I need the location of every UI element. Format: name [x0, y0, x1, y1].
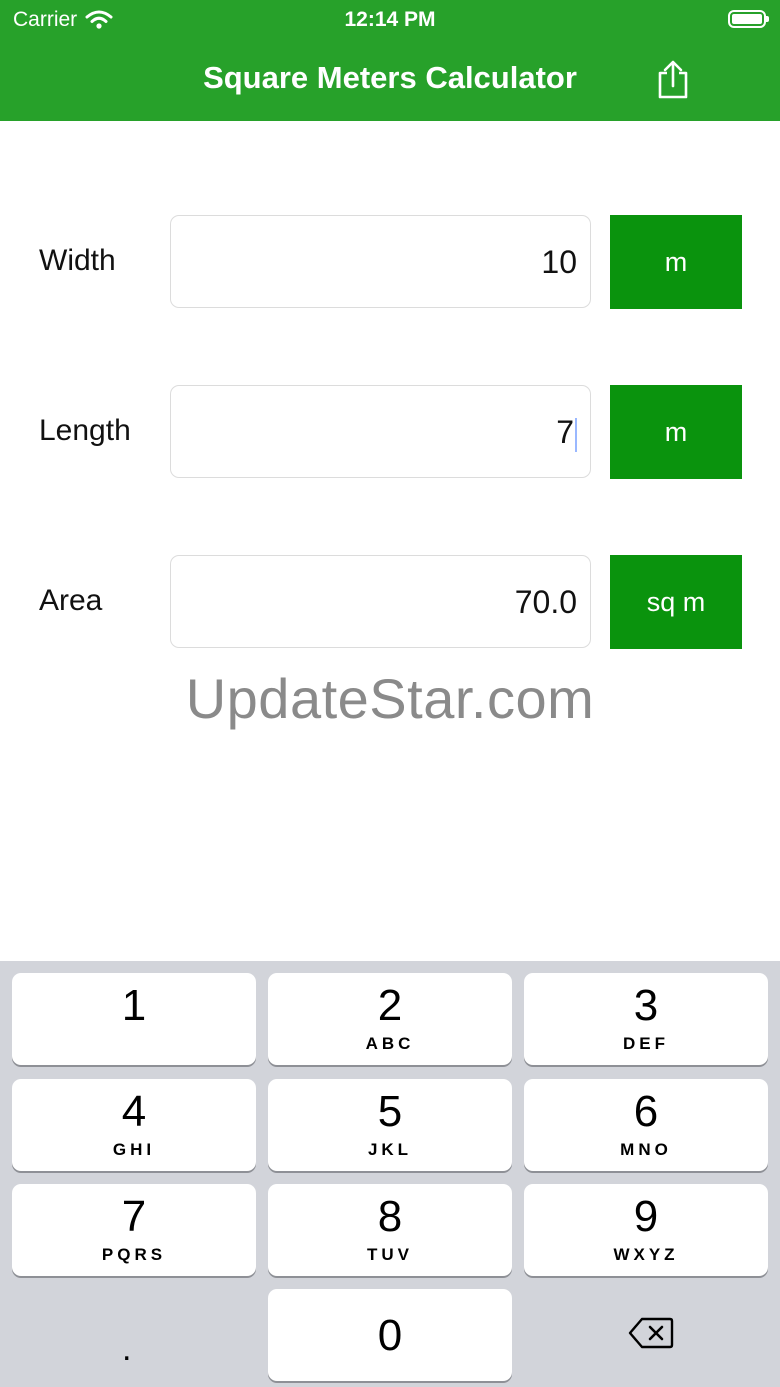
key-9-letters: WXYZ [613, 1245, 679, 1264]
key-8[interactable]: 8 TUV [268, 1184, 512, 1276]
key-3[interactable]: 3 DEF [524, 973, 768, 1065]
key-5-letters: JKL [367, 1140, 413, 1159]
navigation-header: Carrier 12:14 PM Square Meters Calculato… [0, 0, 780, 121]
key-0-digit: 0 [377, 1311, 403, 1360]
key-3-letters: DEF [623, 1034, 669, 1053]
decimal-key[interactable]: . [122, 1330, 131, 1369]
key-9[interactable]: 9 WXYZ [524, 1184, 768, 1276]
key-6-digit: 6 [633, 1087, 659, 1136]
key-1[interactable]: 1 [12, 973, 256, 1065]
key-4[interactable]: 4 GHI [12, 1079, 256, 1171]
width-label: Width [39, 244, 116, 277]
key-4-digit: 4 [121, 1087, 147, 1136]
key-1-digit: 1 [121, 981, 147, 1030]
key-5-digit: 5 [377, 1087, 403, 1136]
key-2[interactable]: 2 ABC [268, 973, 512, 1065]
key-8-digit: 8 [377, 1192, 403, 1241]
area-unit-button[interactable]: sq m [610, 555, 742, 649]
key-8-letters: TUV [367, 1245, 413, 1264]
share-icon[interactable] [656, 60, 690, 100]
key-7[interactable]: 7 PQRS [12, 1184, 256, 1276]
key-9-digit: 9 [633, 1192, 659, 1241]
length-input[interactable]: 7 [170, 385, 591, 478]
watermark-text: UpdateStar.com [185, 667, 595, 730]
backspace-icon[interactable] [628, 1317, 674, 1349]
width-input[interactable]: 10 [170, 215, 591, 308]
status-bar: Carrier 12:14 PM [0, 8, 780, 34]
key-7-letters: PQRS [101, 1245, 167, 1264]
length-value: 7 [556, 414, 574, 450]
key-3-digit: 3 [633, 981, 659, 1030]
key-6[interactable]: 6 MNO [524, 1079, 768, 1171]
status-time: 12:14 PM [344, 8, 436, 31]
width-unit-button[interactable]: m [610, 215, 742, 309]
text-cursor [575, 417, 577, 452]
key-6-letters: MNO [620, 1140, 672, 1159]
key-2-digit: 2 [377, 981, 403, 1030]
battery-icon [728, 10, 769, 28]
width-value: 10 [541, 244, 577, 280]
length-label: Length [39, 414, 131, 447]
key-4-letters: GHI [112, 1140, 156, 1159]
key-0[interactable]: 0 [268, 1289, 512, 1381]
area-label: Area [39, 584, 103, 617]
key-2-letters: ABC [365, 1034, 415, 1053]
key-7-digit: 7 [121, 1192, 147, 1241]
key-5[interactable]: 5 JKL [268, 1079, 512, 1171]
area-output: 70.0 [170, 555, 591, 648]
area-value: 70.0 [514, 584, 577, 620]
length-unit-button[interactable]: m [610, 385, 742, 479]
